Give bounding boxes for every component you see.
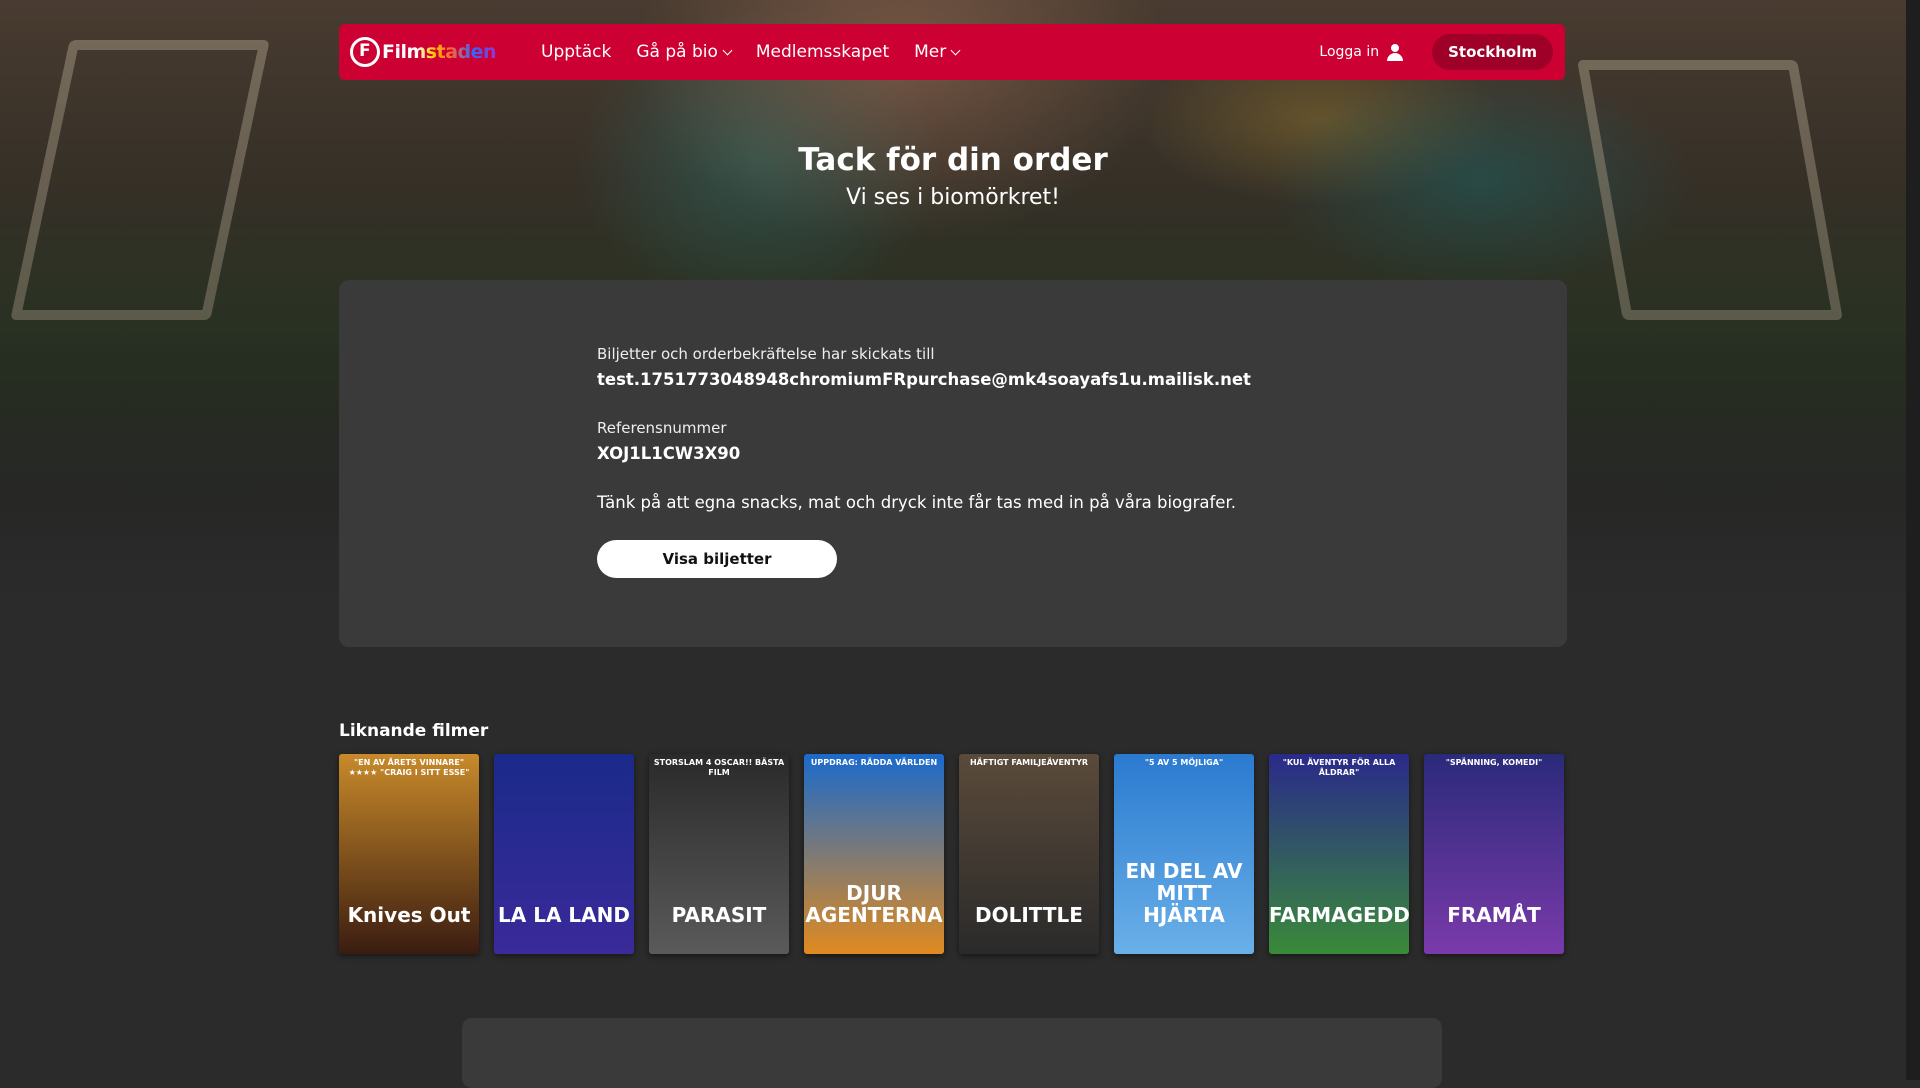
movie-poster[interactable]: UPPDRAG: RÄDDA VÄRLDEN DJUR AGENTERNA	[804, 754, 944, 954]
poster-title: DJUR AGENTERNA	[805, 881, 943, 927]
nav-upptack-label: Upptäck	[541, 42, 612, 62]
movie-poster[interactable]: STORSLAM 4 OSCAR!! BÄSTA FILM PARASIT	[649, 754, 789, 954]
poster-title: FRAMÅT	[1447, 903, 1541, 927]
movie-poster[interactable]: "SPÄNNING, KOMEDI" FRAMÅT	[1424, 754, 1564, 954]
poster-tagline: "5 AV 5 MÖJLIGA"	[1144, 758, 1224, 767]
movie-poster[interactable]: "EN AV ÅRETS VINNARE" ★★★★ "CRAIG I SITT…	[339, 754, 479, 954]
order-confirmation-card: Biljetter och orderbekräftelse har skick…	[339, 280, 1567, 647]
poster-tagline: UPPDRAG: RÄDDA VÄRLDEN	[810, 758, 938, 767]
poster-tagline: "KUL ÄVENTYR FÖR ALLA ÅLDRAR"	[1282, 758, 1396, 777]
poster-tagline: HÄFTIGT FAMILJEÄVENTYR	[969, 758, 1089, 767]
chevron-down-icon	[722, 45, 733, 55]
email-value: test.1751773048948chromiumFRpurchase@mk4…	[597, 370, 1251, 389]
filmstaden-logo[interactable]: Filmstaden	[350, 37, 497, 67]
nav-links: Upptäck Gå på bio Medlemsskapet Mer	[541, 42, 984, 62]
poster-tagline: "SPÄNNING, KOMEDI"	[1445, 758, 1543, 767]
chevron-down-icon	[950, 45, 961, 55]
poster-title: Knives Out	[347, 903, 471, 927]
snacks-notice: Tänk på att egna snacks, mat och dryck i…	[597, 493, 1236, 512]
deck-chair-left	[10, 40, 270, 320]
nav-medlemsskapet-label: Medlemsskapet	[755, 42, 890, 62]
page-title: Tack för din order	[798, 142, 1108, 178]
poster-title: EN DEL AV MITT HJÄRTA	[1125, 859, 1243, 927]
movie-poster[interactable]: "KUL ÄVENTYR FÖR ALLA ÅLDRAR" FARMAGEDDON	[1269, 754, 1409, 954]
movie-poster[interactable]: "5 AV 5 MÖJLIGA" EN DEL AV MITT HJÄRTA	[1114, 754, 1254, 954]
logo-icon	[350, 37, 380, 67]
nav-medlemsskapet[interactable]: Medlemsskapet	[756, 42, 889, 62]
poster-title: DOLITTLE	[975, 903, 1083, 927]
footer-card	[462, 1018, 1442, 1088]
nav-upptack[interactable]: Upptäck	[541, 42, 611, 62]
nav-mer[interactable]: Mer	[914, 42, 961, 62]
logo-text: Filmstaden	[382, 41, 497, 63]
nav-mer-label: Mer	[914, 42, 947, 62]
movie-poster[interactable]: LA LA LAND	[494, 754, 634, 954]
similar-movies-heading: Liknande filmer	[339, 721, 489, 741]
top-navbar: Filmstaden Upptäck Gå på bio Medlemsskap…	[339, 24, 1565, 80]
reference-label: Referensnummer	[597, 419, 727, 437]
person-icon	[1386, 43, 1404, 61]
sent-to-label: Biljetter och orderbekräftelse har skick…	[597, 345, 935, 363]
city-selector-button[interactable]: Stockholm	[1432, 34, 1553, 70]
show-tickets-button[interactable]: Visa biljetter	[597, 540, 837, 578]
page-subtitle: Vi ses i biomörkret!	[846, 185, 1060, 210]
similar-movies-list: "EN AV ÅRETS VINNARE" ★★★★ "CRAIG I SITT…	[339, 754, 1564, 954]
movie-poster[interactable]: HÄFTIGT FAMILJEÄVENTYR DOLITTLE	[959, 754, 1099, 954]
reference-number: XOJ1L1CW3X90	[597, 444, 741, 463]
poster-title: PARASIT	[671, 903, 767, 927]
poster-tagline: "EN AV ÅRETS VINNARE" ★★★★ "CRAIG I SITT…	[348, 758, 470, 777]
poster-title: FARMAGEDDON	[1269, 903, 1409, 927]
poster-title: LA LA LAND	[498, 903, 630, 927]
poster-tagline: STORSLAM 4 OSCAR!! BÄSTA FILM	[653, 758, 785, 777]
login-button[interactable]: Logga in	[1319, 43, 1404, 61]
login-label: Logga in	[1319, 44, 1380, 60]
nav-ga-pa-bio-label: Gå på bio	[636, 42, 718, 62]
nav-ga-pa-bio[interactable]: Gå på bio	[636, 42, 733, 62]
scrollbar[interactable]	[1906, 0, 1920, 1080]
